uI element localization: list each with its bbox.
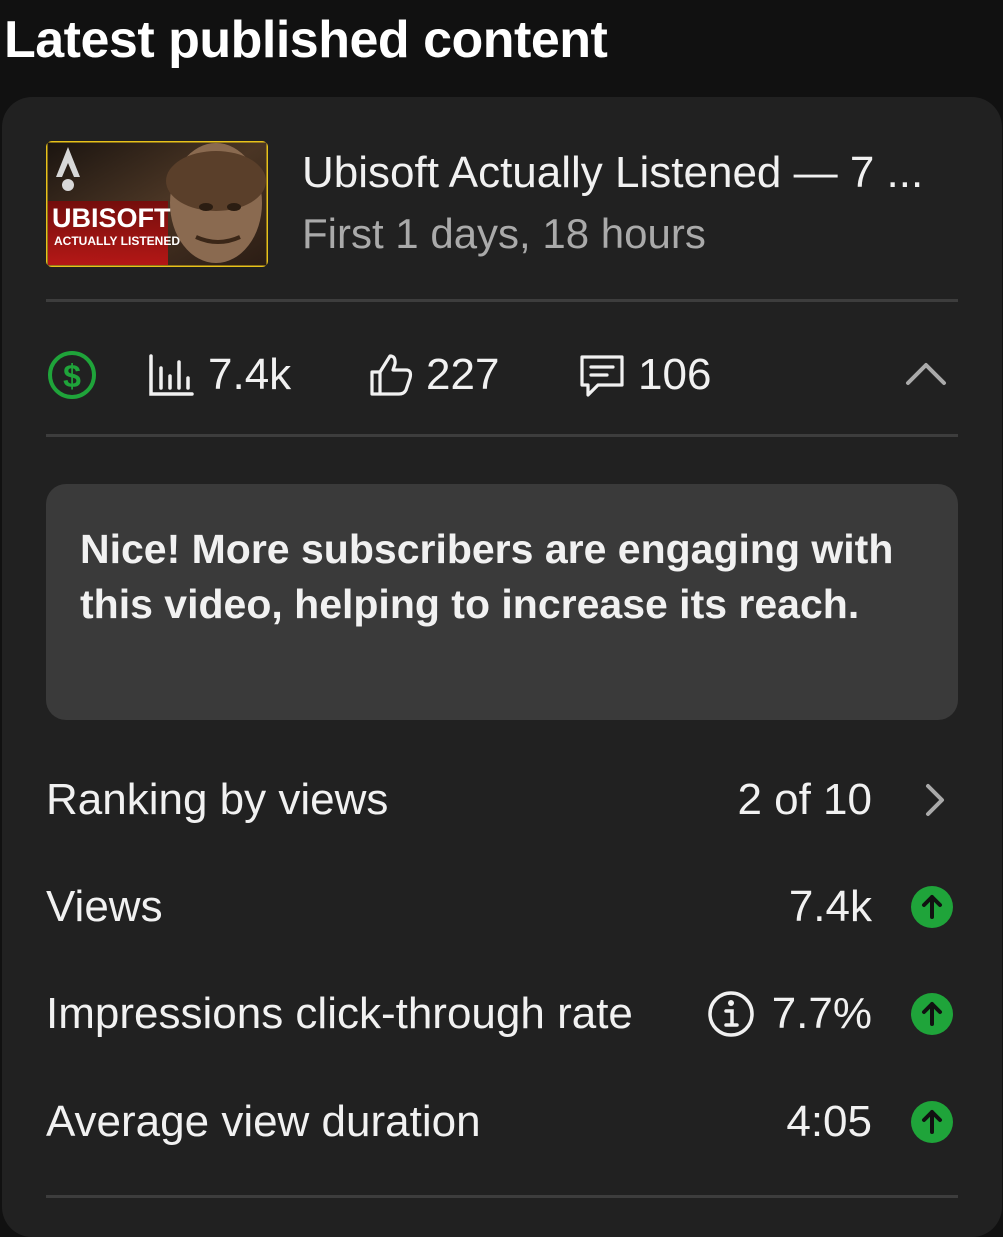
chevron-up-icon bbox=[906, 363, 946, 385]
collapse-button[interactable] bbox=[902, 351, 950, 399]
metric-label: Views bbox=[46, 882, 163, 931]
metric-row-avg-duration: Average view duration 4:05 bbox=[46, 1087, 958, 1157]
likes-count: 227 bbox=[426, 350, 500, 399]
arrow-up-circle-icon bbox=[911, 1101, 953, 1143]
thumbnail-image: UBISOFT ACTUALLY LISTENED bbox=[46, 141, 268, 267]
comments-count: 106 bbox=[638, 350, 712, 399]
thumbs-up-icon bbox=[370, 354, 413, 396]
thumbnail-title: UBISOFT bbox=[52, 203, 171, 233]
comment-icon bbox=[580, 355, 624, 397]
metric-row-ranking[interactable]: Ranking by views 2 of 10 bbox=[46, 765, 958, 835]
divider bbox=[46, 1195, 958, 1198]
comments-stat: 106 bbox=[576, 345, 711, 405]
info-icon[interactable] bbox=[706, 989, 756, 1039]
monetization-status[interactable]: $ bbox=[46, 345, 98, 405]
video-thumbnail[interactable]: UBISOFT ACTUALLY LISTENED bbox=[46, 141, 268, 267]
thumbnail-subtitle: ACTUALLY LISTENED bbox=[54, 234, 180, 248]
insight-text: Nice! More subscribers are engaging with… bbox=[80, 526, 894, 627]
latest-content-card: UBISOFT ACTUALLY LISTENED Ubisoft Actual… bbox=[2, 97, 1002, 1237]
metric-label: Average view duration bbox=[46, 1097, 481, 1146]
metric-label: Ranking by views bbox=[46, 775, 389, 824]
metric-value: 2 of 10 bbox=[737, 775, 872, 824]
divider bbox=[46, 299, 958, 302]
views-count: 7.4k bbox=[208, 350, 292, 399]
metric-label: Impressions click-through rate bbox=[46, 989, 633, 1038]
metric-value: 7.4k bbox=[788, 882, 872, 931]
arrow-up-circle-icon bbox=[911, 993, 953, 1035]
divider bbox=[46, 434, 958, 437]
svg-text:$: $ bbox=[63, 358, 81, 394]
metric-row-ctr: Impressions click-through rate 7.7% bbox=[46, 979, 958, 1049]
metric-value: 4:05 bbox=[786, 1097, 872, 1146]
chevron-right-icon bbox=[926, 784, 944, 816]
arrow-up-circle-icon bbox=[911, 886, 953, 928]
section-title: Latest published content bbox=[4, 11, 608, 69]
dollar-circle-icon: $ bbox=[48, 351, 96, 399]
likes-stat: 227 bbox=[366, 345, 499, 405]
views-stat: 7.4k bbox=[146, 345, 291, 405]
insight-message: Nice! More subscribers are engaging with… bbox=[46, 484, 958, 720]
video-header[interactable]: UBISOFT ACTUALLY LISTENED Ubisoft Actual… bbox=[46, 141, 958, 267]
stats-row: $ 7.4k 227 106 bbox=[46, 345, 958, 405]
metric-value: 7.7% bbox=[771, 989, 872, 1038]
metric-row-views: Views 7.4k bbox=[46, 872, 958, 942]
video-age: First 1 days, 18 hours bbox=[302, 210, 706, 257]
metric-end bbox=[906, 778, 958, 822]
bar-chart-icon bbox=[149, 354, 194, 396]
video-title[interactable]: Ubisoft Actually Listened — 7 ... bbox=[302, 147, 958, 199]
